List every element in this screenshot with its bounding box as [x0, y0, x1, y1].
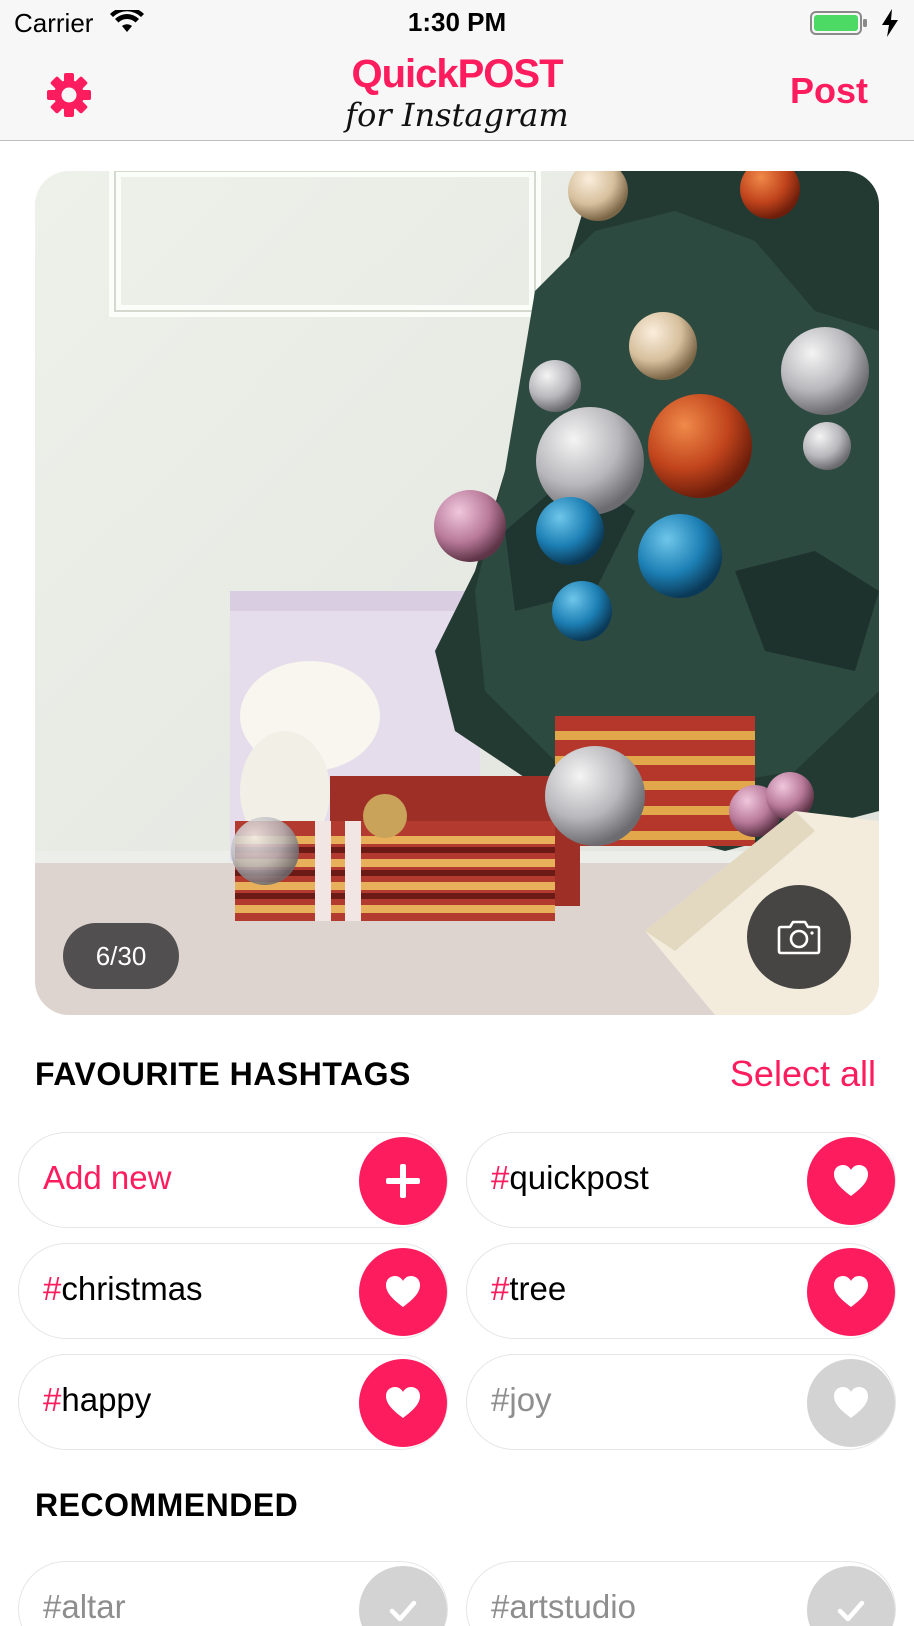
checkmark-icon	[837, 1600, 865, 1622]
logo-title: QuickPOST	[351, 52, 563, 96]
heart-icon	[834, 1165, 868, 1196]
hashtag-label: #altar	[43, 1588, 126, 1625]
hashtag-label: #tree	[491, 1270, 567, 1307]
hashtag-label: #happy	[43, 1381, 152, 1418]
hashtag-chip[interactable]: #christmas	[18, 1243, 448, 1339]
gear-icon[interactable]	[42, 68, 96, 122]
heart-icon	[386, 1387, 420, 1418]
photo-preview[interactable]: 6/30	[35, 171, 879, 1015]
heart-icon	[834, 1387, 868, 1418]
screen: Carrier 1:30 PM QuickPOST for Instagram …	[0, 0, 914, 1626]
nav-bar: QuickPOST for Instagram Post	[0, 46, 914, 141]
hashtag-chip[interactable]: #happy	[18, 1354, 448, 1450]
logo-subtitle: for Instagram	[345, 96, 569, 134]
camera-button[interactable]	[747, 885, 851, 989]
recommended-hashtag-chip[interactable]: #artstudio	[466, 1561, 896, 1626]
select-all-button[interactable]: Select all	[730, 1053, 876, 1095]
hashtag-label: #artstudio	[491, 1588, 636, 1625]
recommended-hashtag-chip[interactable]: #altar	[18, 1561, 448, 1626]
favourite-toggle[interactable]	[807, 1359, 895, 1447]
add-recommended-toggle[interactable]	[359, 1566, 447, 1626]
favourite-toggle[interactable]	[359, 1359, 447, 1447]
add-button[interactable]	[359, 1137, 447, 1225]
plus-icon	[386, 1164, 420, 1198]
favourites-title: FAVOURITE HASHTAGS	[35, 1056, 411, 1092]
app-logo: QuickPOST for Instagram	[330, 48, 584, 140]
heart-icon	[386, 1276, 420, 1307]
christmas-tree-photo	[35, 171, 879, 1015]
hashtag-label: #joy	[491, 1381, 552, 1418]
recommended-title: RECOMMENDED	[35, 1487, 299, 1523]
hashtag-chip[interactable]: #joy	[466, 1354, 896, 1450]
hashtag-chip[interactable]: #quickpost	[466, 1132, 896, 1228]
add-new-hashtag-chip[interactable]: Add new	[18, 1132, 448, 1228]
favourite-toggle[interactable]	[807, 1248, 895, 1336]
charging-bolt-icon	[882, 9, 898, 37]
favourite-toggle[interactable]	[359, 1248, 447, 1336]
battery-icon	[810, 11, 867, 35]
checkmark-icon	[389, 1600, 417, 1622]
status-bar: Carrier 1:30 PM	[0, 0, 914, 46]
camera-icon	[777, 920, 821, 955]
add-new-label: Add new	[43, 1159, 172, 1196]
hashtag-chip[interactable]: #tree	[466, 1243, 896, 1339]
favourite-toggle[interactable]	[807, 1137, 895, 1225]
heart-icon	[834, 1276, 868, 1307]
post-button[interactable]: Post	[790, 70, 868, 112]
photo-counter: 6/30	[63, 923, 179, 989]
hashtag-label: #quickpost	[491, 1159, 649, 1196]
add-recommended-toggle[interactable]	[807, 1566, 895, 1626]
status-time: 1:30 PM	[407, 7, 507, 37]
hashtag-label: #christmas	[43, 1270, 203, 1307]
